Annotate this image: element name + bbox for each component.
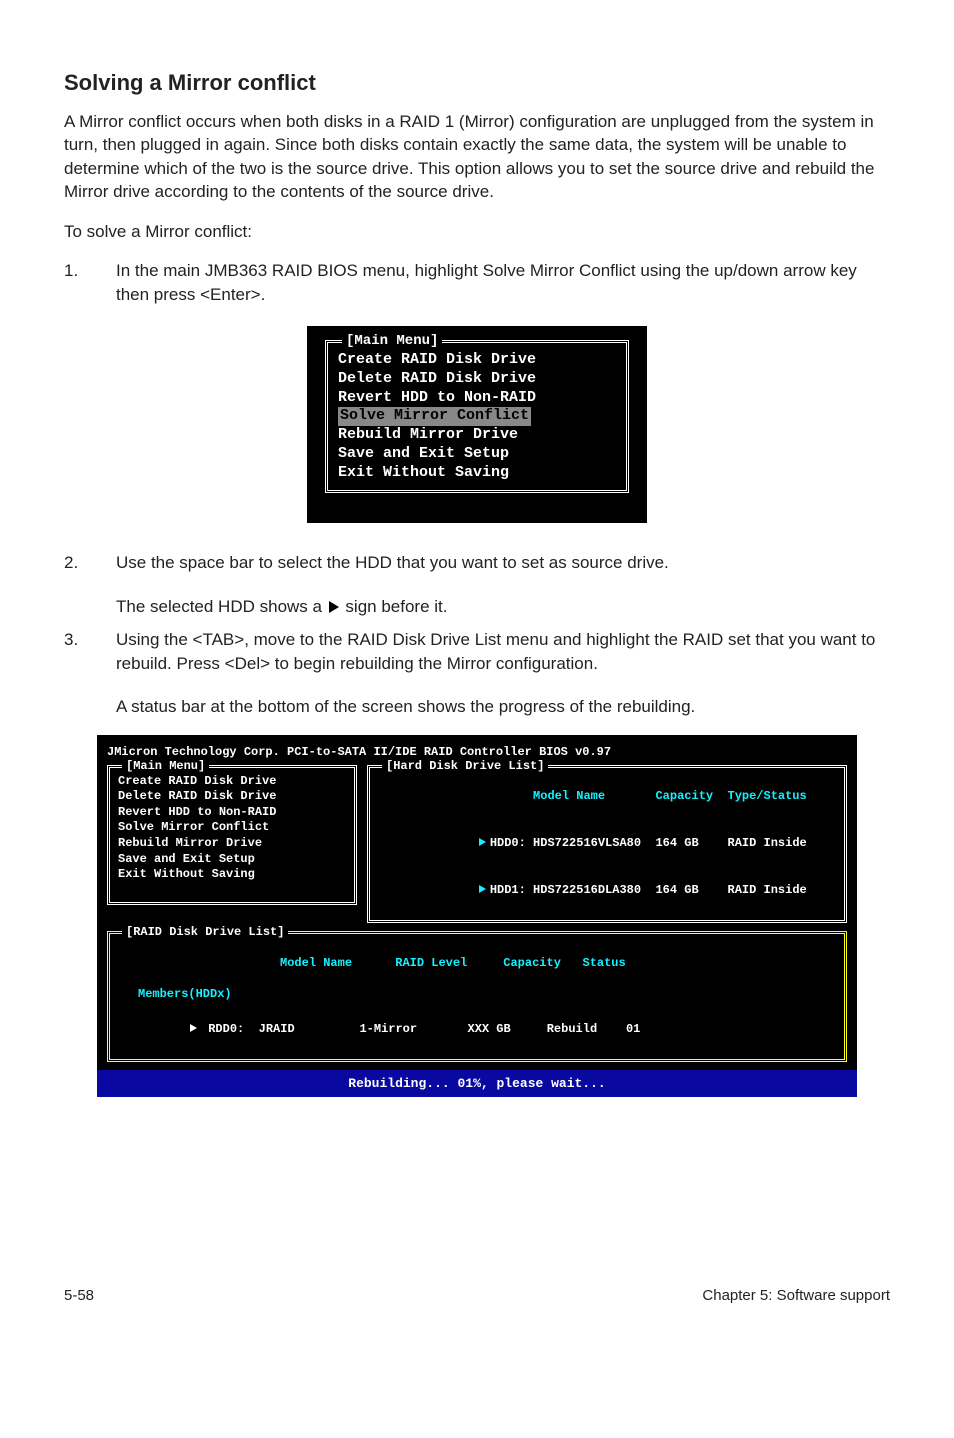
large-main-menu-title: [Main Menu] [122, 759, 209, 773]
raid-members-label: Members(HDDx) [118, 987, 836, 1003]
step-2: 2. Use the space bar to select the HDD t… [64, 551, 890, 574]
menu-item: Save and Exit Setup [118, 852, 346, 868]
status-bar: Rebuilding... 01%, please wait... [97, 1070, 857, 1097]
raid-row: RDD0: JRAID 1-Mirror XXX GB Rebuild 01 [118, 1006, 836, 1053]
step-3-number: 3. [64, 628, 88, 675]
hdd-row: HDD0: HDS722516VLSA80 164 GB RAID Inside [378, 820, 836, 867]
menu-item: Exit Without Saving [338, 464, 616, 483]
menu-item: Exit Without Saving [118, 867, 346, 883]
footer-left: 5-58 [64, 1287, 94, 1304]
menu-item: Create RAID Disk Drive [118, 774, 346, 790]
main-menu-title: [Main Menu] [342, 333, 442, 349]
large-main-menu-frame: [Main Menu] Create RAID Disk Drive Delet… [107, 765, 357, 905]
menu-item: Save and Exit Setup [338, 445, 616, 464]
step-2-text: Use the space bar to select the HDD that… [116, 551, 890, 574]
step-1-number: 1. [64, 259, 88, 306]
page-footer: 5-58 Chapter 5: Software support [0, 1287, 954, 1328]
menu-item: Revert HDD to Non-RAID [118, 805, 346, 821]
section-heading: Solving a Mirror conflict [64, 70, 890, 96]
main-menu-frame: [Main Menu] Create RAID Disk Drive Delet… [325, 340, 629, 493]
step-2-after: The selected HDD shows a sign before it. [116, 595, 890, 618]
intro-paragraph: A Mirror conflict occurs when both disks… [64, 110, 890, 204]
step-3-after: A status bar at the bottom of the screen… [116, 695, 890, 718]
menu-item: Rebuild Mirror Drive [338, 426, 616, 445]
bios-small-screenshot: [Main Menu] Create RAID Disk Drive Delet… [64, 326, 890, 523]
step-1-text: In the main JMB363 RAID BIOS menu, highl… [116, 259, 890, 306]
menu-item: Solve Mirror Conflict [118, 820, 346, 836]
step-3-text: Using the <TAB>, move to the RAID Disk D… [116, 628, 890, 675]
triangle-icon [479, 885, 486, 893]
triangle-icon [190, 1024, 197, 1032]
hdd-row: HDD1: HDS722516DLA380 164 GB RAID Inside [378, 867, 836, 914]
menu-item: Delete RAID Disk Drive [118, 789, 346, 805]
triangle-icon [329, 601, 339, 613]
menu-item: Create RAID Disk Drive [338, 351, 616, 370]
triangle-icon [479, 838, 486, 846]
footer-right: Chapter 5: Software support [702, 1287, 890, 1304]
bios-large-screenshot: JMicron Technology Corp. PCI-to-SATA II/… [64, 735, 890, 1098]
step-3: 3. Using the <TAB>, move to the RAID Dis… [64, 628, 890, 675]
hdd-list-frame: [Hard Disk Drive List] HDD0: Model Name … [367, 765, 847, 923]
raid-list-title: [RAID Disk Drive List] [122, 925, 288, 939]
hdd-list-title: [Hard Disk Drive List] [382, 759, 548, 773]
step-1: 1. In the main JMB363 RAID BIOS menu, hi… [64, 259, 890, 306]
menu-item: Revert HDD to Non-RAID [338, 389, 616, 408]
menu-item: Rebuild Mirror Drive [118, 836, 346, 852]
raid-list-frame: [RAID Disk Drive List] Model Name RAID L… [107, 931, 847, 1062]
bios-header: JMicron Technology Corp. PCI-to-SATA II/… [107, 745, 847, 759]
hdd-headers: HDD0: Model Name Capacity Type/Status [378, 774, 836, 821]
raid-headers: Model Name RAID Level Capacity Status [118, 940, 836, 987]
step-2-number: 2. [64, 551, 88, 574]
menu-item-highlighted: Solve Mirror Conflict [338, 407, 616, 426]
solve-lead: To solve a Mirror conflict: [64, 220, 890, 243]
menu-item: Delete RAID Disk Drive [338, 370, 616, 389]
